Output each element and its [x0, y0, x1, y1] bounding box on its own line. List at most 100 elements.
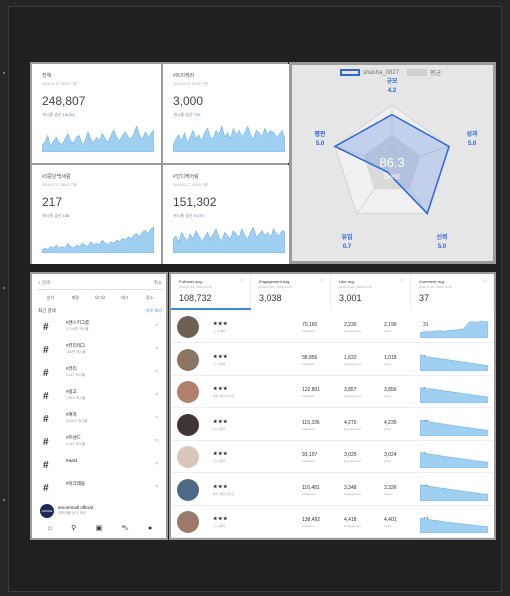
info-icon[interactable]: ⓘ: [240, 278, 244, 284]
search-tabs: 인기 계정 오디오 태그 장소: [38, 295, 162, 305]
trend-chart: [420, 321, 488, 338]
influencer-row[interactable]: ★★★ 스·니세대 115,336 Followers 4,270 Engagement 4…: [171, 409, 494, 441]
cell-followers-label: Followers: [302, 426, 315, 431]
stat-subline: 게시물 생산 9,479: [173, 213, 204, 219]
influencer-row[interactable]: ★★★ 스·니세대 70,160 Followers 2,230 Engagement 2,…: [171, 312, 494, 343]
tag-name: #여자: [66, 412, 77, 417]
stat-card[interactable]: #인디케어링 2019-02-27 08:00 기준 151,302 게시물 생산 9…: [163, 165, 292, 264]
influencer-row[interactable]: ★★★ 스·니세대 93,197 Followers 3,025 Engagement 3,…: [171, 442, 494, 473]
hashtag-icon: #: [43, 483, 49, 494]
cell-engagement: 2,230: [344, 322, 357, 328]
stat-subline: 게시물 생산 15,031: [42, 112, 75, 118]
search-bar[interactable]: ⌕ 검색 취소: [38, 280, 162, 290]
reels-icon[interactable]: ▣: [96, 524, 103, 532]
remove-icon[interactable]: ×: [155, 323, 158, 329]
tag-name: #뷰티: [66, 366, 77, 371]
remove-icon[interactable]: ×: [155, 484, 158, 490]
tag-count: 3,744만 게시물: [66, 327, 89, 331]
remove-icon[interactable]: ×: [155, 415, 158, 421]
metric-value: 3,001: [339, 293, 362, 303]
hashtag-icon: #: [43, 322, 49, 333]
sparkline-chart: [173, 226, 285, 253]
cell-engagement-label: Engagement: [344, 491, 362, 496]
stat-date: 2019-02-27 08:00 기준: [173, 183, 209, 187]
tag-name: #트렌드: [66, 435, 81, 440]
profile-icon[interactable]: ●: [148, 525, 152, 532]
tab-tags[interactable]: 태그: [112, 295, 137, 305]
sparkline-area: [42, 125, 154, 152]
influencer-row[interactable]: ★★★ 뷰티·패션·라이프 122,801 Followers 3,857 Engagem…: [171, 377, 494, 408]
tab-audio[interactable]: 오디오: [88, 295, 113, 305]
recent-tag-item[interactable]: # #광고 1,815 게시물 ×: [38, 385, 162, 407]
stat-card[interactable]: #3중단백세럼 2019-02-27 08:00 기준 217 게시물 생산 188: [32, 165, 161, 264]
radar-axis-label: 평판 5.0: [305, 131, 335, 149]
cell-likes: 3,326: [384, 484, 397, 491]
cell-likes-label: Likes: [384, 426, 392, 431]
remove-icon[interactable]: ×: [155, 461, 158, 467]
cell-likes: 4,235: [384, 419, 397, 426]
influencer-row[interactable]: ★★★ 뷰티·패션·라이프 116,481 Followers 3,348 Engagem…: [171, 474, 494, 506]
recent-search-header: 최근 검색 모두 보기: [38, 308, 162, 314]
influencer-row[interactable]: ★★★ 스·니세대 38,856 Followers 1,622 Engagement 1,…: [171, 344, 494, 376]
recent-tag-item[interactable]: # #여자 24,919 게시물 ×: [38, 408, 162, 430]
cell-engagement: 3,348: [344, 484, 357, 491]
tab-popular[interactable]: 인기: [38, 295, 63, 305]
cell-engagement-label: Engagement: [344, 524, 362, 528]
cancel-button[interactable]: 취소: [154, 280, 162, 286]
recent-tag-item[interactable]: # #뷰티테그 164만 게시물 ×: [38, 339, 162, 361]
stat-title: 전체: [42, 73, 52, 79]
tag-count: 24,919 게시물: [66, 419, 88, 423]
stat-card[interactable]: 전체 2019-02-27 08:00 기준 248,807 게시물 생산 15,03…: [32, 64, 161, 163]
shop-icon[interactable]: ⛍: [122, 524, 129, 533]
influencer-name: ★★★: [213, 321, 228, 327]
cell-followers-label: Followers: [302, 394, 315, 398]
stat-card[interactable]: #트리헤라 2019-02-27 08:00 기준 3,000 게시물 생산 720: [163, 64, 292, 163]
cell-followers: 122,801: [302, 387, 321, 393]
info-icon[interactable]: ⓘ: [320, 278, 324, 284]
recent-tag-item[interactable]: # #트렌드 4,412 게시물 ×: [38, 431, 162, 453]
radar-axis-name: 규모: [386, 79, 398, 85]
cell-followers: 115,336: [302, 419, 320, 426]
tab-places[interactable]: 장소: [137, 295, 162, 305]
influencer-category: 뷰티·패션·라이프: [213, 394, 235, 398]
account-row[interactable]: AMORE amoremall.official 아모레몰 공식 계정: [38, 502, 162, 520]
info-icon[interactable]: ⓘ: [483, 278, 487, 284]
cell-likes: 2,199: [384, 322, 397, 328]
account-avatar: AMORE: [40, 504, 54, 518]
remove-icon[interactable]: ×: [155, 438, 158, 444]
trend-chart: [420, 387, 488, 403]
metric-label: Comment avg.: [419, 279, 446, 284]
cell-engagement-label: Engagement: [344, 394, 362, 398]
recent-tag-item[interactable]: # #뷰티 3,117 게시물 ×: [38, 362, 162, 384]
tab-accounts[interactable]: 계정: [63, 295, 88, 305]
see-all-link[interactable]: 모두 보기: [146, 308, 162, 314]
cell-likes: 3,024: [384, 452, 397, 458]
remove-icon[interactable]: ×: [155, 369, 158, 375]
cell-likes-label: Likes: [384, 361, 392, 366]
influencer-row[interactable]: ★★★ 스·니세대 138,492 Followers 4,418 Engagement 4…: [171, 507, 494, 538]
cell-engagement: 3,025: [344, 452, 357, 458]
avatar: [177, 511, 199, 533]
cell-likes-label: Likes: [384, 329, 392, 333]
cell-likes-label: Likes: [384, 394, 392, 398]
cell-followers: 138,492: [302, 517, 321, 523]
cell-engagement-label: Engagement: [344, 361, 362, 366]
recent-tag-item[interactable]: # #aold ×: [38, 454, 162, 476]
remove-icon[interactable]: ×: [155, 346, 158, 352]
tag-count: 164만 게시물: [66, 350, 86, 354]
home-icon[interactable]: ⌂: [48, 525, 52, 532]
hashtag-icon: #: [43, 460, 49, 471]
sparkline-chart: [42, 125, 154, 152]
trend-area: [420, 387, 488, 403]
search-icon[interactable]: ⚲: [71, 524, 76, 532]
avatar: [177, 316, 199, 338]
recent-tag-item[interactable]: # #아크레올 ×: [38, 477, 162, 499]
trend-chart: [420, 484, 488, 501]
metric-date: 2019.01.26 - 2019.02.26: [179, 285, 212, 289]
recent-tag-item[interactable]: # #맨스키그룸 3,744만 게시물 ×: [38, 316, 162, 338]
marker-dot: [3, 72, 5, 74]
info-icon[interactable]: ⓘ: [400, 278, 404, 284]
search-input[interactable]: 검색: [42, 280, 50, 285]
remove-icon[interactable]: ×: [155, 392, 158, 398]
influencer-category: 스·니세대: [213, 329, 226, 333]
